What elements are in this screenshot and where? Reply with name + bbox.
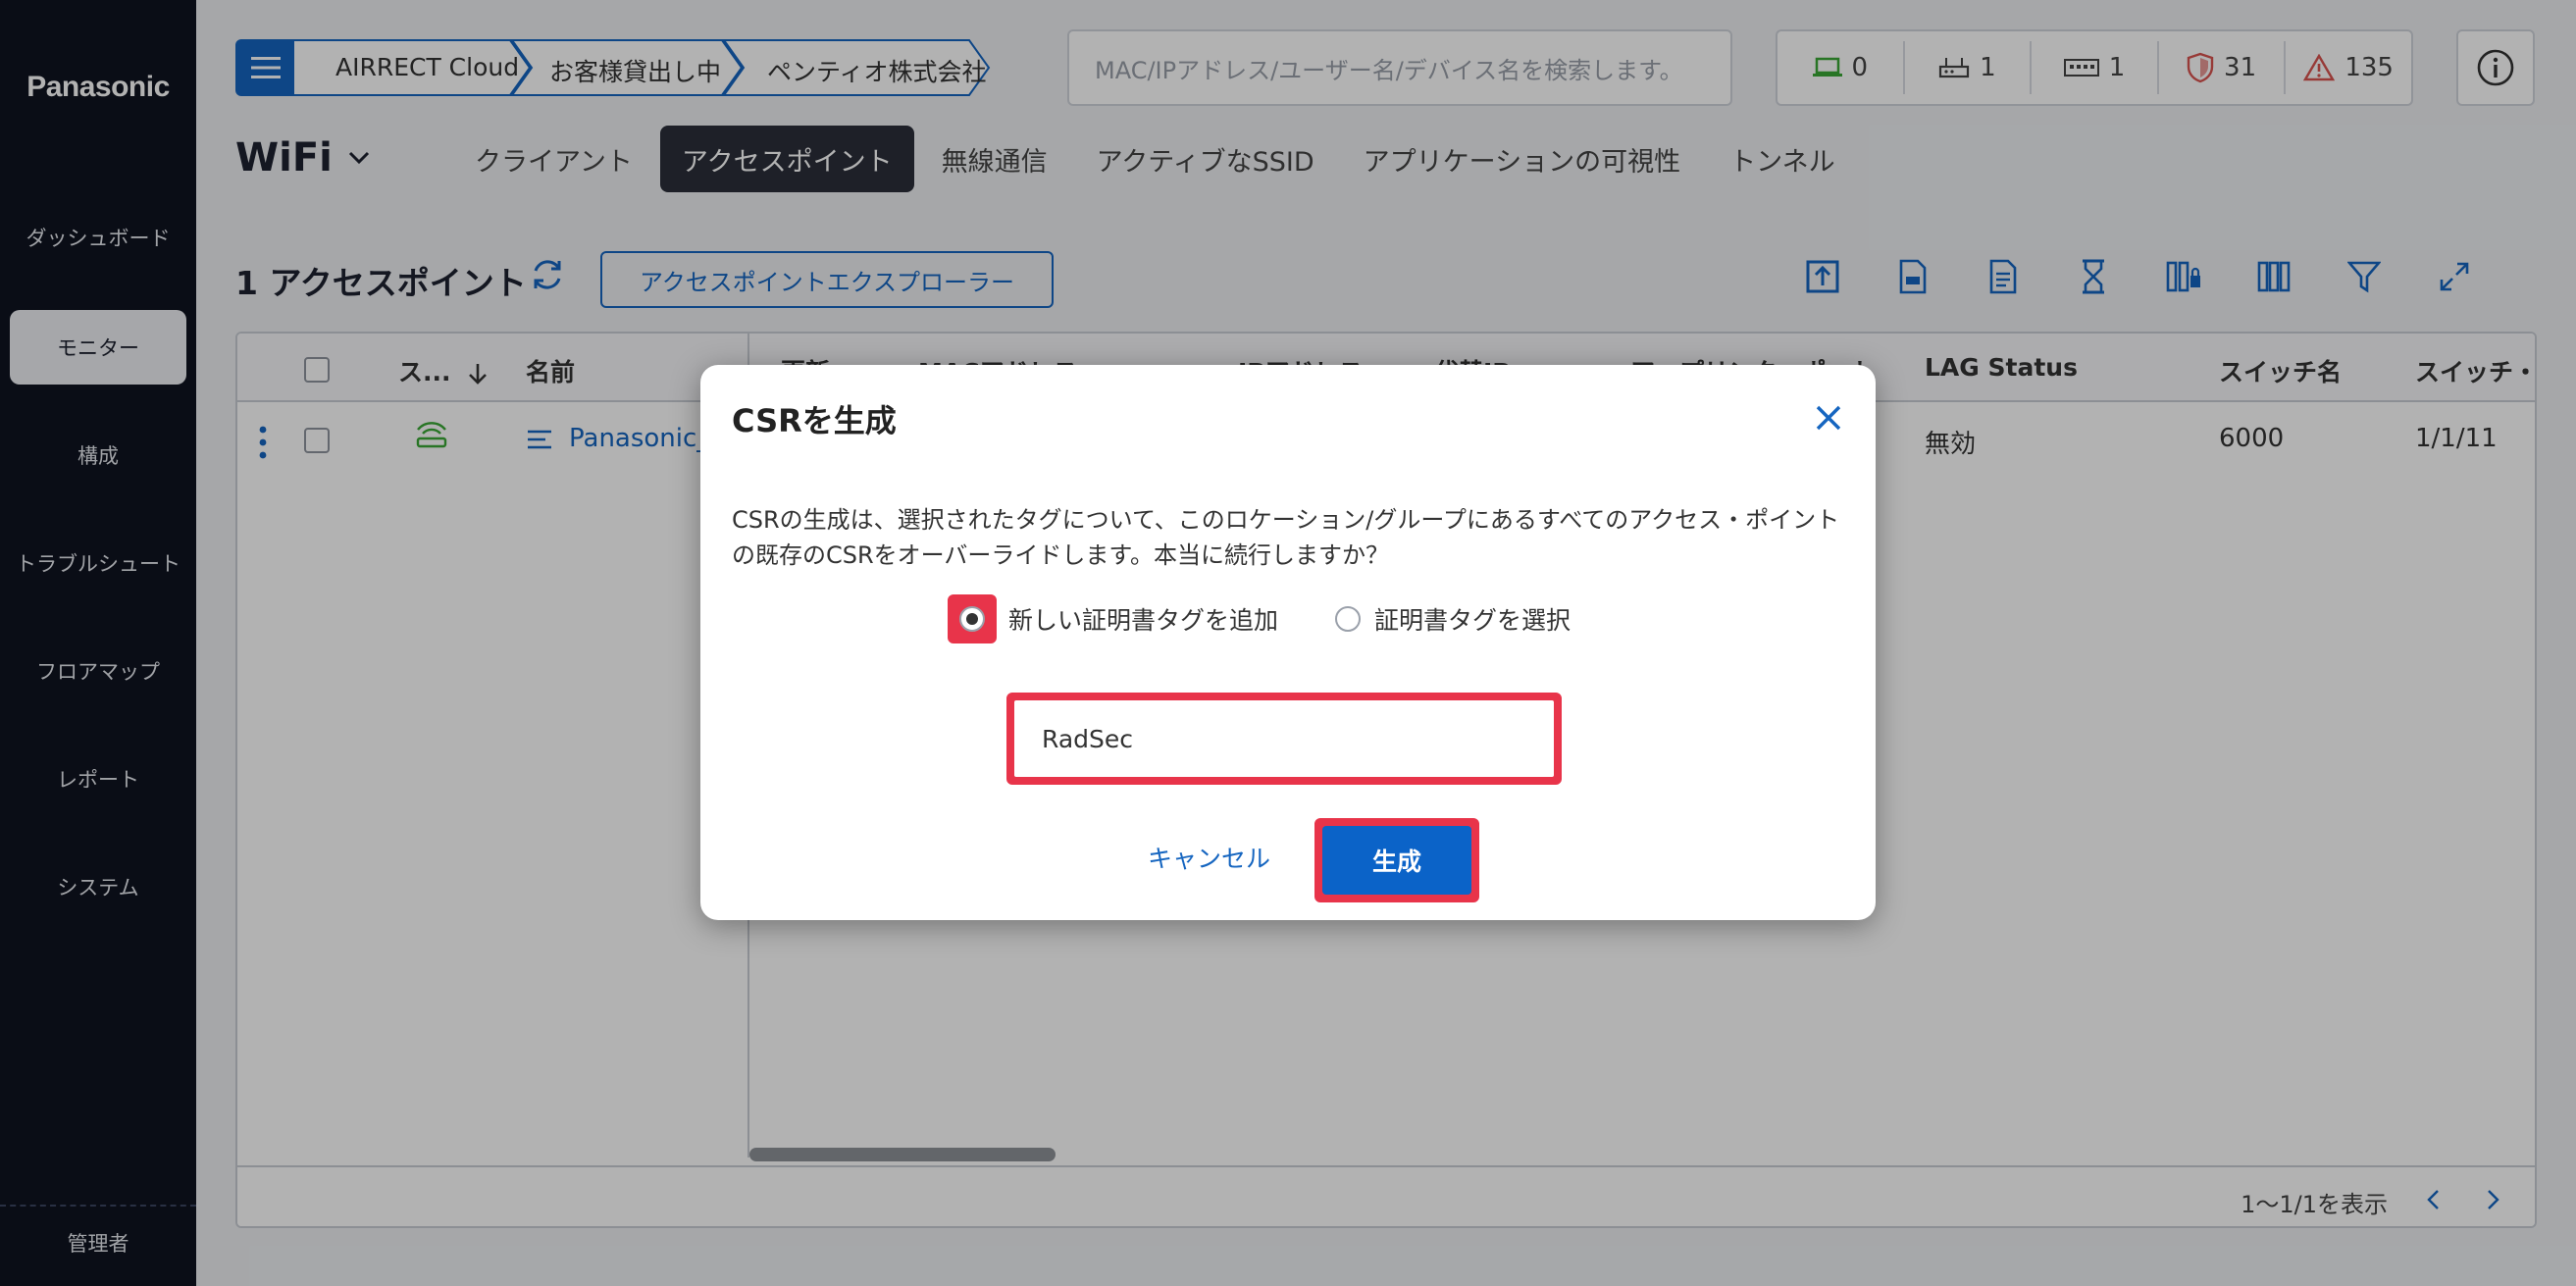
- radio-select-tag-label[interactable]: 証明書タグを選択: [1374, 601, 1571, 637]
- certificate-tag-input[interactable]: RadSec: [1014, 700, 1554, 777]
- radio-new-tag-highlight[interactable]: [948, 594, 997, 643]
- dialog-description: CSRの生成は、選択されたタグについて、このロケーション/グループにあるすべての…: [732, 506, 1840, 569]
- radio-selected-dot: [966, 613, 978, 625]
- radio-new-tag-label[interactable]: 新しい証明書タグを追加: [1008, 601, 1278, 637]
- certificate-tag-options: 新しい証明書タグを追加 証明書タグを選択: [948, 594, 1571, 643]
- dialog-title: CSRを生成: [732, 402, 897, 439]
- cancel-button[interactable]: キャンセル: [1148, 840, 1270, 875]
- tag-input-highlight: RadSec: [1006, 693, 1562, 785]
- radio-select-tag[interactable]: [1335, 606, 1362, 632]
- generate-csr-dialog: CSRを生成 CSRの生成は、選択されたタグについて、このロケーション/グループ…: [700, 365, 1876, 920]
- close-icon[interactable]: [1811, 400, 1846, 436]
- generate-button-highlight: 生成: [1314, 818, 1479, 902]
- generate-button[interactable]: 生成: [1322, 826, 1471, 895]
- radio-new-tag[interactable]: [959, 606, 985, 632]
